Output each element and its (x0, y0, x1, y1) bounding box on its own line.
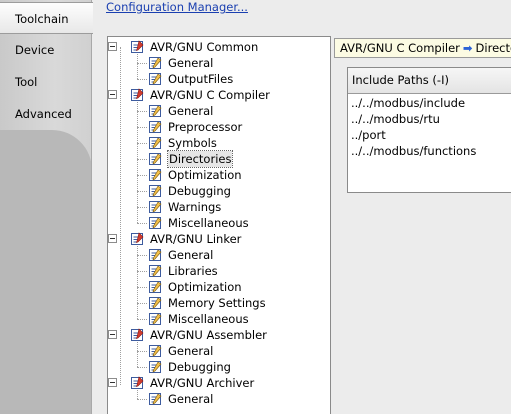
settings-page-icon (148, 296, 162, 310)
settings-page-icon (148, 248, 162, 262)
settings-page-icon (148, 136, 162, 150)
include-path-item[interactable]: ../port (351, 128, 511, 144)
collapse-icon[interactable] (108, 234, 117, 243)
settings-page-icon (148, 120, 162, 134)
tree-item-label: Libraries (168, 264, 218, 278)
tree-item-label: Miscellaneous (168, 312, 249, 326)
settings-group-icon (130, 232, 144, 246)
settings-page-icon (148, 264, 162, 278)
tree-connector (137, 342, 138, 367)
tree-item-label: Debugging (168, 184, 231, 198)
tree-connector (120, 47, 121, 385)
settings-page-icon (148, 280, 162, 294)
tree-connector (137, 390, 138, 399)
settings-page-icon (148, 392, 162, 406)
tree-item-label: Optimization (168, 168, 242, 182)
tree-item-label: Memory Settings (168, 296, 266, 310)
tree-item-label: General (168, 56, 214, 70)
collapse-icon[interactable] (108, 330, 117, 339)
tab-device[interactable]: Device (0, 34, 92, 66)
tree-item-label: General (168, 104, 214, 118)
tree-item-label: Symbols (168, 136, 217, 150)
tree-connector (137, 255, 147, 256)
tree-group-label: AVR/GNU Archiver (150, 376, 255, 390)
tab-strip-background (0, 130, 92, 414)
tree-connector (137, 399, 147, 400)
settings-page-icon (148, 168, 162, 182)
tree-connector (137, 127, 147, 128)
settings-page-icon (148, 184, 162, 198)
tree-connector (137, 111, 147, 112)
include-paths-header: Include Paths (-I) (348, 68, 511, 94)
settings-page-icon (148, 360, 162, 374)
tree-item-label: Preprocessor (168, 120, 243, 134)
vertical-tab-strip: Toolchain Device Tool Advanced (0, 0, 93, 414)
tree-connector (137, 287, 147, 288)
include-path-item[interactable]: ../../modbus/include (351, 96, 511, 112)
configuration-manager-link[interactable]: Configuration Manager... (106, 0, 248, 14)
include-paths-items: ../../modbus/include ../../modbus/rtu ../p… (348, 94, 511, 160)
arrow-right-icon: ➡ (462, 41, 473, 55)
tree-connector (137, 54, 138, 79)
tree-connector (137, 175, 147, 176)
settings-group-icon (130, 88, 144, 102)
tree-connector (137, 351, 147, 352)
breadcrumb-parent: AVR/GNU C Compiler (340, 41, 460, 55)
settings-page-icon (148, 104, 162, 118)
tree-item-label: OutputFiles (168, 72, 234, 86)
tree-item-label: General (168, 392, 214, 406)
settings-page-icon (148, 216, 162, 230)
settings-page-icon (148, 152, 162, 166)
include-path-item[interactable]: ../../modbus/rtu (351, 112, 511, 128)
settings-page-icon (148, 344, 162, 358)
toolchain-tree[interactable]: AVR/GNU Common General OutputFiles AVR/GNU … (107, 36, 331, 414)
tab-toolchain[interactable]: Toolchain (0, 2, 93, 34)
tree-item-label: Miscellaneous (168, 216, 249, 230)
tree-connector (137, 246, 138, 319)
tree-connector (137, 367, 147, 368)
collapse-icon[interactable] (108, 42, 117, 51)
tree-group-label: AVR/GNU Linker (150, 232, 242, 246)
tree-group-label: AVR/GNU Assembler (150, 328, 267, 342)
include-paths-list[interactable]: Include Paths (-I) ../../modbus/include.… (347, 67, 511, 193)
tree-connector (137, 271, 147, 272)
tree-item-label: Debugging (168, 360, 231, 374)
tree-connector (137, 303, 147, 304)
settings-page-icon (148, 200, 162, 214)
settings-page-icon (148, 72, 162, 86)
tree-connector (137, 207, 147, 208)
settings-group-icon (130, 328, 144, 342)
settings-group-icon (130, 40, 144, 54)
tree-group-label: AVR/GNU Common (150, 40, 259, 54)
tree-connector (137, 63, 147, 64)
tree-connector (137, 143, 147, 144)
tree-item-label: Warnings (168, 200, 222, 214)
tab-tool[interactable]: Tool (0, 66, 92, 98)
collapse-icon[interactable] (108, 90, 117, 99)
breadcrumb: AVR/GNU C Compiler➡Directories (334, 38, 511, 58)
settings-page-icon (148, 312, 162, 326)
tree-item-label: General (168, 344, 214, 358)
tree-item-label: Optimization (168, 280, 242, 294)
tree-connector (137, 191, 147, 192)
tree-group-label: AVR/GNU C Compiler (150, 88, 270, 102)
tree-connector (137, 319, 147, 320)
tree-connector (137, 102, 138, 223)
collapse-icon[interactable] (108, 378, 117, 387)
include-path-item[interactable]: ../../modbus/functions (351, 144, 511, 160)
tree-connector (137, 79, 147, 80)
tree-connector (137, 223, 147, 224)
settings-group-icon (130, 376, 144, 390)
tab-advanced[interactable]: Advanced (0, 98, 92, 130)
tree-item-label: Directories (166, 150, 234, 168)
breadcrumb-current: Directories (475, 41, 511, 55)
settings-page-icon (148, 56, 162, 70)
tree-item-label: General (168, 248, 214, 262)
tree-connector (137, 159, 147, 160)
